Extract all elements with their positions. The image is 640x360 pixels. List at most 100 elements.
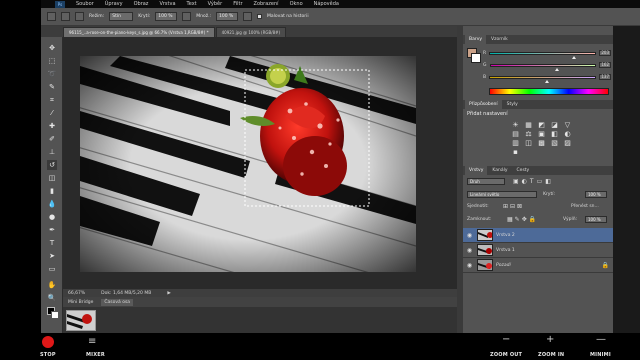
status-arrow-icon[interactable]: ▶: [167, 291, 170, 296]
eraser-tool-icon[interactable]: ◫: [47, 173, 57, 183]
flow-field[interactable]: 100 %: [216, 12, 239, 21]
slider-g-track[interactable]: [489, 63, 597, 71]
path-select-tool-icon[interactable]: ➤: [47, 251, 57, 261]
move-tool-icon[interactable]: ✥: [47, 43, 57, 53]
menu-okno[interactable]: Okno: [290, 1, 303, 7]
fill-field[interactable]: 100 %: [585, 216, 607, 223]
mixer-icon[interactable]: ≡: [88, 336, 96, 347]
zoom-in-label[interactable]: ZOOM IN: [538, 352, 564, 358]
shape-tool-icon[interactable]: ▭: [47, 264, 57, 274]
tab-barvy[interactable]: Barvy: [465, 35, 487, 44]
menu-text[interactable]: Text: [187, 1, 197, 7]
blend-mode-select[interactable]: Lineární světlo: [467, 191, 537, 198]
type-tool-icon[interactable]: T: [47, 238, 57, 248]
doc-tab-rose[interactable]: 96115_..a-rose-on-the-piano-keys_s.jpg @…: [63, 27, 215, 37]
hue-saturation-icon[interactable]: ▤: [511, 130, 520, 139]
tab-kanaly[interactable]: Kanály: [488, 166, 511, 175]
dodge-tool-icon[interactable]: ●: [47, 212, 57, 222]
slider-thumb[interactable]: [572, 55, 577, 59]
gradient-tool-icon[interactable]: ▮: [47, 186, 57, 196]
zoom-in-icon[interactable]: +: [546, 334, 554, 345]
color-lookup-icon[interactable]: ▥: [511, 139, 520, 148]
visibility-eye-icon[interactable]: ◉: [465, 231, 474, 240]
menu-filtr[interactable]: Filtr: [233, 1, 242, 7]
crop-tool-icon[interactable]: ⌗: [47, 95, 57, 105]
layer-opacity-field[interactable]: 100 %: [585, 191, 607, 198]
lasso-tool-icon[interactable]: ➰: [47, 69, 57, 79]
mode-select[interactable]: Stín: [109, 12, 134, 21]
brush-tool-icon[interactable]: ✐: [47, 134, 57, 144]
brush-preset-icon[interactable]: [61, 12, 70, 21]
slider-b-track[interactable]: [489, 75, 597, 83]
layer-name[interactable]: Pozadí: [496, 263, 511, 268]
menu-upravy[interactable]: Úpravy: [105, 1, 123, 7]
stamp-tool-icon[interactable]: ⊥: [47, 147, 57, 157]
invert-icon[interactable]: ◫: [524, 139, 533, 148]
tab-styly[interactable]: Styly: [503, 100, 522, 109]
pen-tool-icon[interactable]: ✒: [47, 225, 57, 235]
layer-row-vrstva-2[interactable]: ◉ Vrstva 2: [463, 228, 613, 243]
pressure-opacity-icon[interactable]: [182, 12, 192, 21]
layer-row-pozadi[interactable]: ◉ Pozadí 🔒: [463, 258, 613, 273]
slider-r[interactable]: R 203: [483, 50, 611, 59]
menu-napoveda[interactable]: Nápověda: [314, 1, 339, 7]
opacity-field[interactable]: 100 %: [155, 12, 178, 21]
thumbnail-image[interactable]: [66, 310, 96, 331]
bg-color-swatch[interactable]: [471, 53, 481, 63]
zoom-readout[interactable]: 66,67%: [68, 291, 85, 296]
slider-thumb[interactable]: [555, 67, 560, 71]
menu-vrstva[interactable]: Vrstva: [159, 1, 175, 7]
layer-filter-icons[interactable]: ▣◐T▭◧: [513, 178, 554, 185]
zoom-out-label[interactable]: ZOOM OUT: [490, 352, 522, 358]
menu-soubor[interactable]: Soubor: [76, 1, 94, 7]
slider-b-value[interactable]: 137: [599, 74, 611, 80]
tab-vrstvy[interactable]: Vrstvy: [465, 166, 488, 175]
blur-tool-icon[interactable]: 💧: [47, 199, 57, 209]
menu-vyber[interactable]: Výběr: [208, 1, 223, 7]
doc-tab-40921[interactable]: 40921.jpg @ 100% (RGB/8#): [215, 27, 287, 37]
slider-g[interactable]: G 162: [483, 62, 611, 71]
mixer-label[interactable]: MIXER: [86, 352, 105, 358]
healing-tool-icon[interactable]: ✚: [47, 121, 57, 131]
zoom-tool-icon[interactable]: 🔍: [47, 293, 57, 303]
selective-color-icon[interactable]: ▪: [511, 148, 520, 157]
history-checkbox[interactable]: [257, 14, 263, 19]
visibility-eye-icon[interactable]: ◉: [465, 246, 474, 255]
minimize-icon[interactable]: —: [596, 334, 606, 345]
background-color-swatch[interactable]: [51, 311, 59, 319]
threshold-icon[interactable]: ▧: [550, 139, 559, 148]
eyedropper-tool-icon[interactable]: ⁄: [47, 108, 57, 118]
tab-cesty[interactable]: Cesty: [513, 166, 534, 175]
exposure-icon[interactable]: ◪: [550, 121, 559, 130]
brush-panel-icon[interactable]: [75, 12, 84, 21]
black-white-icon[interactable]: ▣: [537, 130, 546, 139]
hand-tool-icon[interactable]: ✋: [47, 280, 57, 290]
tab-vzornik[interactable]: Vzorník: [487, 35, 512, 44]
slider-r-track[interactable]: [489, 51, 597, 59]
marquee-tool-icon[interactable]: ⬚: [47, 56, 57, 66]
layer-name[interactable]: Vrstva 2: [496, 233, 515, 238]
history-brush-tool-icon[interactable]: [47, 12, 56, 21]
menu-zobrazeni[interactable]: Zobrazení: [254, 1, 279, 7]
document-image[interactable]: [80, 56, 416, 272]
color-balance-icon[interactable]: ⚖: [524, 130, 533, 139]
brightness-icon[interactable]: ☀: [511, 121, 520, 130]
record-stop-icon[interactable]: [42, 336, 54, 348]
slider-b[interactable]: B 137: [483, 74, 611, 83]
history-brush-icon[interactable]: ↺: [47, 160, 57, 170]
visibility-eye-icon[interactable]: ◉: [465, 261, 474, 270]
curves-icon[interactable]: ◩: [537, 121, 546, 130]
slider-g-value[interactable]: 162: [599, 62, 611, 68]
airbrush-icon[interactable]: [243, 12, 253, 21]
gradient-map-icon[interactable]: ▨: [563, 139, 572, 148]
layer-name[interactable]: Vrstva 1: [496, 248, 515, 253]
quick-select-tool-icon[interactable]: ✎: [47, 82, 57, 92]
posterize-icon[interactable]: ▩: [537, 139, 546, 148]
layer-row-vrstva-1[interactable]: ◉ Vrstva 1: [463, 243, 613, 258]
lock-icons[interactable]: ▦✎✥🔒: [507, 216, 538, 223]
color-spectrum-ramp[interactable]: [489, 88, 609, 95]
unify-icons[interactable]: ⊞⊟⊠: [503, 203, 524, 210]
levels-icon[interactable]: ▦: [524, 121, 533, 130]
minimize-label[interactable]: MINIMI: [590, 352, 611, 358]
layer-filter-select[interactable]: Druh: [467, 178, 505, 185]
